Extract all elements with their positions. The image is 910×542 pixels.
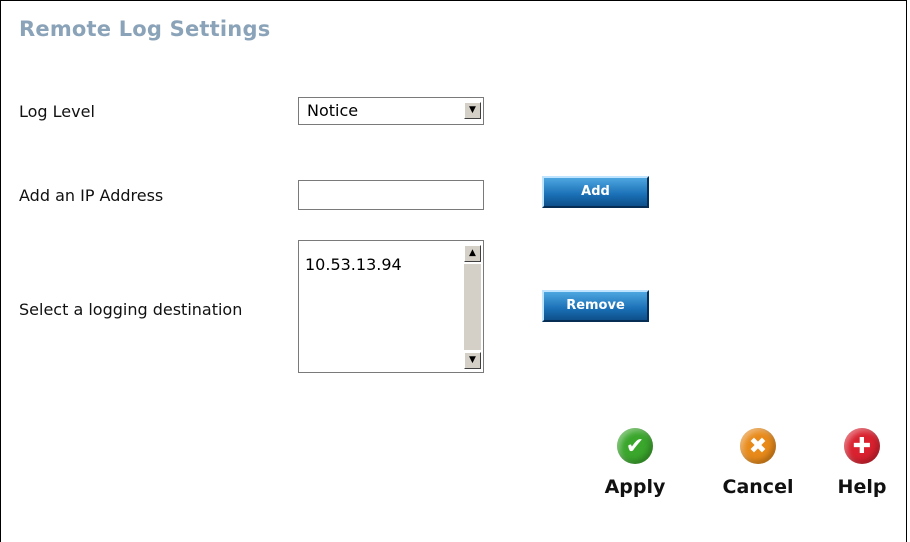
ip-address-input[interactable] [298,180,484,210]
scroll-up-icon[interactable]: ▲ [464,245,481,262]
plus-icon[interactable]: ✚ [844,428,880,464]
apply-button[interactable]: ✔ Apply [595,428,675,498]
x-icon[interactable]: ✖ [740,428,776,464]
apply-label[interactable]: Apply [595,476,675,498]
help-button[interactable]: ✚ Help [822,428,902,498]
cancel-label[interactable]: Cancel [718,476,798,498]
add-button[interactable]: Add [542,176,649,208]
cancel-button[interactable]: ✖ Cancel [718,428,798,498]
logging-destination-label: Select a logging destination [19,300,243,319]
page-title: Remote Log Settings [19,17,271,41]
list-item[interactable]: 10.53.13.94 [305,255,402,274]
log-level-select[interactable]: Notice ▼ [298,97,484,125]
scroll-down-icon[interactable]: ▼ [464,352,481,369]
log-level-value: Notice [307,101,359,120]
remove-button[interactable]: Remove [542,290,649,322]
add-ip-label: Add an IP Address [19,186,164,205]
scrollbar-track[interactable] [464,264,481,350]
logging-destination-list[interactable]: 10.53.13.94 ▲ ▼ [298,240,484,373]
chevron-down-icon[interactable]: ▼ [464,102,481,119]
log-level-label: Log Level [19,102,95,121]
list-scrollbar[interactable]: ▲ ▼ [464,245,481,369]
help-label[interactable]: Help [822,476,902,498]
checkmark-icon[interactable]: ✔ [617,428,653,464]
